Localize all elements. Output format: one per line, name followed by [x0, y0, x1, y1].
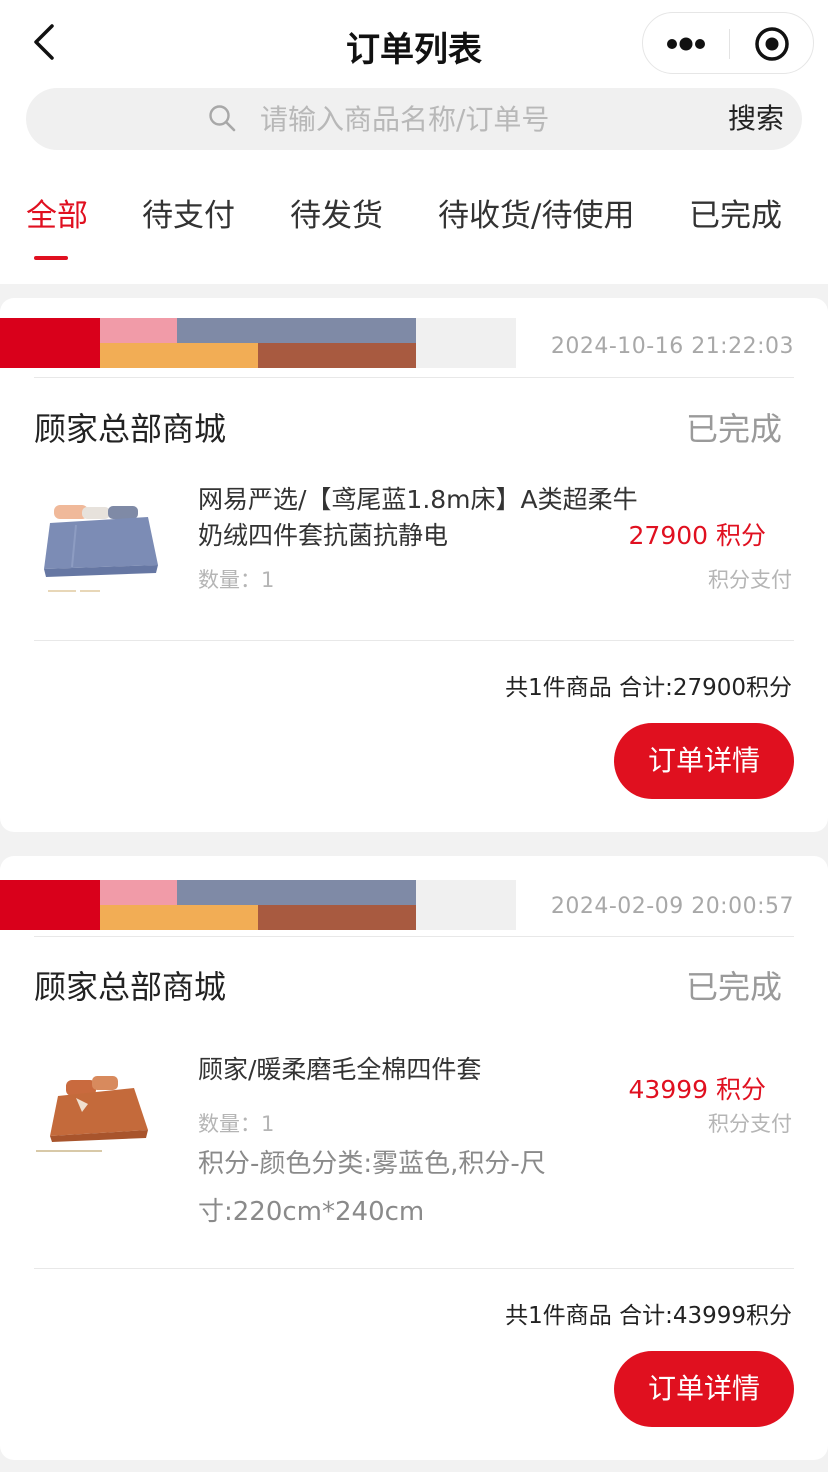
header-area: 订单列表 搜索 全部 [0, 0, 828, 284]
order-detail-button[interactable]: 订单详情 [614, 1351, 794, 1427]
product-spec: 积分-颜色分类:雾蓝色,积分-尺寸:220cm*240cm [198, 1149, 546, 1227]
divider [34, 1268, 794, 1269]
order-card: 2024-10-16 21:22:03 顾家总部商城 已完成 网易严选/【鸢尾蓝… [0, 298, 828, 832]
search-icon [209, 105, 236, 132]
bedding-image [36, 1034, 166, 1164]
tab-pending-shipment[interactable]: 待发货 [290, 190, 383, 235]
product-thumbnail[interactable] [36, 473, 166, 603]
shop-name: 顾家总部商城 [34, 410, 227, 448]
more-dots-icon [667, 37, 705, 51]
active-tab-indicator [34, 256, 68, 260]
product-title[interactable]: 网易严选/【鸢尾蓝1.8m床】A类超柔牛奶绒四件套抗菌抗静电 [198, 482, 638, 554]
order-summary: 共1件商品 合计:43999积分 [505, 1303, 792, 1329]
divider [34, 936, 794, 937]
product-price: 43999 积分 [628, 1075, 766, 1104]
search-bar: 搜索 [26, 88, 802, 150]
color-strip-banner [0, 318, 516, 368]
order-summary: 共1件商品 合计:27900积分 [505, 675, 792, 701]
order-status: 已完成 [685, 410, 782, 448]
product-thumbnail[interactable] [36, 1034, 166, 1164]
product-title[interactable]: 顾家/暖柔磨毛全棉四件套 [198, 1052, 638, 1088]
tab-completed[interactable]: 已完成 [689, 190, 782, 235]
order-card: 2024-02-09 20:00:57 顾家总部商城 已完成 顾家/暖柔磨毛全棉… [0, 856, 828, 1460]
tab-pending-payment[interactable]: 待支付 [142, 190, 235, 235]
search-button[interactable]: 搜索 [718, 98, 794, 140]
target-close-icon [755, 27, 789, 61]
divider [34, 377, 794, 378]
search-input[interactable] [260, 98, 700, 140]
bedding-image [36, 473, 166, 603]
product-quantity: 数量：1 [198, 1112, 275, 1136]
payment-method: 积分支付 [708, 568, 792, 592]
miniprogram-capsule [642, 12, 814, 74]
payment-method: 积分支付 [708, 1112, 792, 1136]
order-time: 2024-02-09 20:00:57 [550, 894, 794, 919]
more-button[interactable] [643, 13, 729, 75]
navbar: 订单列表 [0, 0, 828, 86]
order-status: 已完成 [685, 968, 782, 1006]
shop-name: 顾家总部商城 [34, 968, 227, 1006]
order-detail-button[interactable]: 订单详情 [614, 723, 794, 799]
close-miniprogram-button[interactable] [729, 13, 815, 75]
product-quantity: 数量：1 [198, 568, 275, 592]
product-price: 27900 积分 [628, 521, 766, 550]
tab-pending-receipt[interactable]: 待收货/待使用 [438, 190, 634, 235]
order-time: 2024-10-16 21:22:03 [550, 334, 794, 359]
divider [34, 640, 794, 641]
order-tabs: 全部 待支付 待发货 待收货/待使用 已完成 [0, 190, 828, 270]
tab-all[interactable]: 全部 [26, 190, 88, 235]
color-strip-banner [0, 880, 516, 930]
